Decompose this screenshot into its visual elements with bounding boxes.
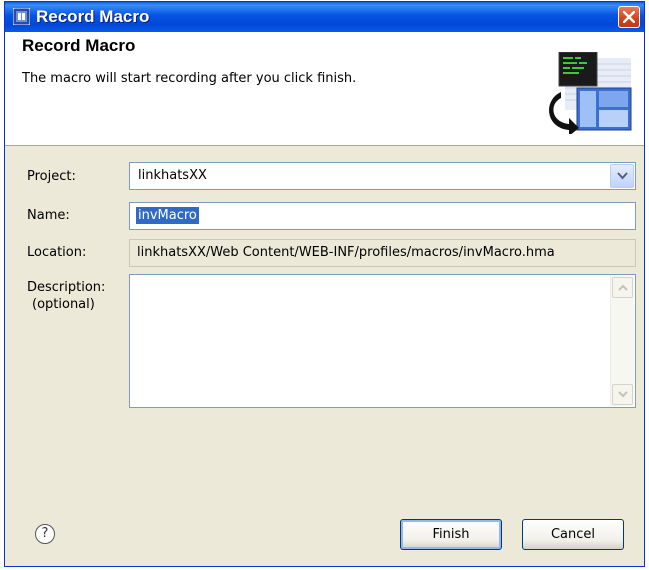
close-icon bbox=[623, 11, 635, 23]
page-title: Record Macro bbox=[22, 36, 136, 55]
project-dropdown-button[interactable] bbox=[610, 164, 634, 188]
description-label: Description: bbox=[27, 280, 106, 295]
project-dropdown[interactable]: linkhatsXX bbox=[129, 162, 636, 190]
record-macro-wizard-graphic bbox=[547, 51, 633, 136]
finish-button[interactable]: Finish bbox=[400, 519, 502, 550]
cancel-button[interactable]: Cancel bbox=[522, 519, 624, 550]
name-value: invMacro bbox=[136, 207, 199, 224]
location-field: linkhatsXX/Web Content/WEB-INF/profiles/… bbox=[129, 239, 636, 267]
chevron-down-icon bbox=[618, 391, 628, 398]
description-scrollbar[interactable] bbox=[610, 276, 634, 406]
macro-app-icon bbox=[12, 7, 31, 26]
window-title: Record Macro bbox=[36, 7, 150, 26]
chevron-up-icon bbox=[618, 284, 628, 291]
record-macro-dialog: Record Macro Record Macro The macro will… bbox=[4, 1, 645, 567]
project-value: linkhatsXX bbox=[138, 168, 207, 183]
location-label: Location: bbox=[27, 245, 87, 260]
project-label: Project: bbox=[27, 169, 76, 184]
chevron-down-icon bbox=[617, 172, 628, 180]
name-label: Name: bbox=[27, 208, 70, 223]
close-button[interactable] bbox=[618, 6, 640, 28]
description-textarea[interactable] bbox=[129, 274, 636, 408]
wizard-header: Record Macro The macro will start record… bbox=[5, 32, 644, 146]
location-value: linkhatsXX/Web Content/WEB-INF/profiles/… bbox=[137, 245, 555, 260]
scroll-down-button[interactable] bbox=[612, 384, 633, 405]
help-icon[interactable]: ? bbox=[35, 524, 55, 544]
name-input[interactable]: invMacro bbox=[129, 202, 636, 230]
page-description: The macro will start recording after you… bbox=[22, 71, 357, 86]
title-bar[interactable]: Record Macro bbox=[5, 2, 644, 32]
scroll-up-button[interactable] bbox=[612, 277, 633, 298]
description-optional-label: (optional) bbox=[32, 297, 95, 312]
